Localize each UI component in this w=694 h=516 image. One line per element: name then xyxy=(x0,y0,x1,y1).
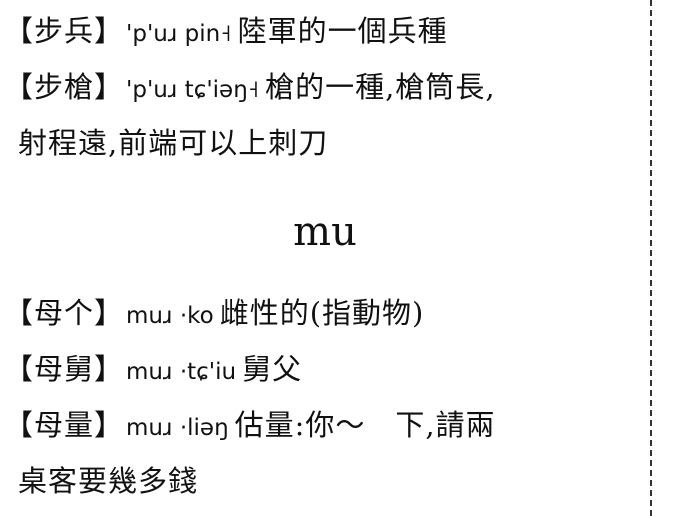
entry-headword: 【母量】 xyxy=(4,408,125,442)
entry-gloss: 估量:你～ 下,請兩 xyxy=(234,408,496,442)
entry-headword: 【母个】 xyxy=(4,296,125,330)
section-heading: mu xyxy=(293,209,357,255)
dictionary-page: 【步兵】'p'uɹ pin˧ 陸軍的一個兵種 【步槍】'p'uɹ tɕ'iəŋ˧ 槍… xyxy=(0,0,694,516)
entry-gloss: 雌性的(指動物) xyxy=(219,296,425,330)
right-column-bracket: 【 xyxy=(676,14,694,48)
entry-bubing: 【步兵】'p'uɹ pin˧ 陸軍的一個兵種 xyxy=(4,14,448,51)
right-column-bracket: 【 xyxy=(676,408,694,442)
entry-pronunciation: muɹ ·ko xyxy=(126,303,214,329)
entry-mujiu: 【母舅】muɹ ·tɕ'iu 舅父 xyxy=(4,352,302,389)
right-column-bracket: 【 xyxy=(676,182,694,216)
entry-pronunciation: 'p'uɹ tɕ'iəŋ˧ xyxy=(126,77,260,103)
entry-continuation: 射程遠,前端可以上刺刀 xyxy=(18,126,329,160)
right-column-bracket: 【 xyxy=(676,238,694,272)
entry-headword: 【母舅】 xyxy=(4,352,125,386)
column-divider xyxy=(650,0,652,516)
entry-pronunciation: muɹ ·tɕ'iu xyxy=(126,359,237,385)
entry-headword: 【步兵】 xyxy=(4,14,125,48)
entry-buqiang: 【步槍】'p'uɹ tɕ'iəŋ˧ 槍的一種,槍筒長, xyxy=(4,70,496,107)
entry-continuation: 桌客要幾多錢 xyxy=(18,464,199,498)
entry-headword: 【步槍】 xyxy=(4,70,125,104)
entry-pronunciation: muɹ ·liəŋ xyxy=(126,415,229,441)
right-column-bracket: 【 xyxy=(676,464,694,498)
entry-muge: 【母个】muɹ ·ko 雌性的(指動物) xyxy=(4,296,424,333)
entry-pronunciation: 'p'uɹ pin˧ xyxy=(126,21,232,47)
entry-gloss: 槍的一種,槍筒長, xyxy=(265,70,496,104)
entry-gloss: 舅父 xyxy=(242,352,303,386)
entry-muliang: 【母量】muɹ ·liəŋ 估量:你～ 下,請兩 xyxy=(4,408,496,445)
entry-gloss: 陸軍的一個兵種 xyxy=(237,14,448,48)
